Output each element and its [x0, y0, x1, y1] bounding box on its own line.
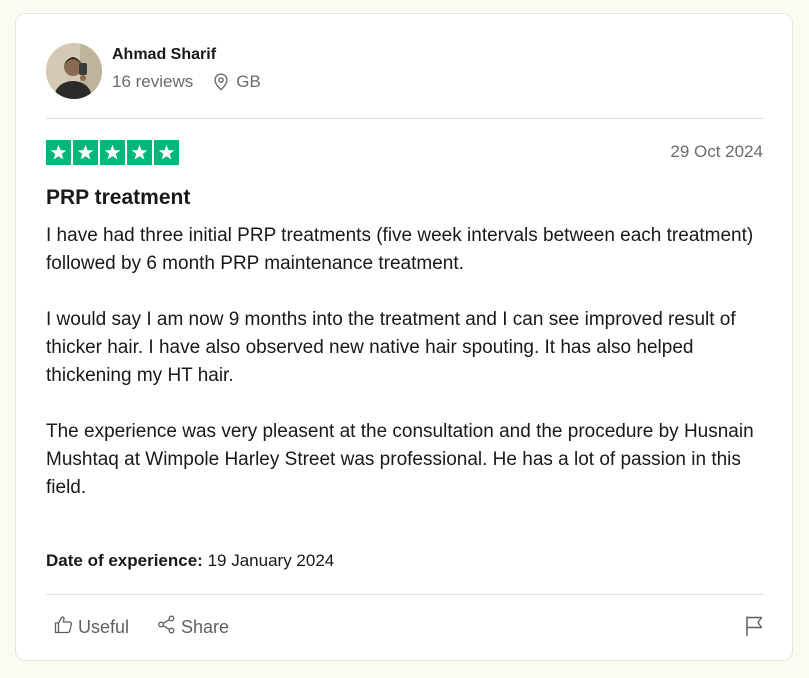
star-icon — [100, 140, 125, 165]
avatar[interactable] — [46, 43, 102, 99]
date-of-experience: Date of experience: 19 January 2024 — [46, 551, 334, 571]
star-rating — [46, 140, 179, 165]
author-country: GB — [236, 72, 261, 91]
review-paragraph: I have had three initial PRP treatments … — [46, 225, 754, 274]
useful-label: Useful — [78, 616, 130, 637]
star-icon — [127, 140, 152, 165]
share-button[interactable]: Share — [157, 615, 229, 639]
report-flag-icon[interactable] — [744, 615, 764, 642]
useful-button[interactable]: Useful — [54, 615, 129, 639]
experience-label: Date of experience: — [46, 551, 203, 570]
experience-date: 19 January 2024 — [207, 551, 335, 570]
footer-divider — [46, 594, 764, 595]
header-divider — [46, 118, 764, 119]
star-icon — [73, 140, 98, 165]
author-meta: 16 reviews GB — [112, 72, 261, 92]
review-paragraph: I would say I am now 9 months into the t… — [46, 309, 736, 386]
star-icon — [46, 140, 71, 165]
share-label: Share — [181, 616, 230, 637]
share-icon — [157, 615, 181, 639]
location-pin-icon — [213, 73, 229, 91]
review-body: I have had three initial PRP treatments … — [46, 222, 771, 530]
review-date: 29 Oct 2024 — [670, 142, 763, 161]
review-count: 16 reviews — [112, 72, 194, 91]
author-name[interactable]: Ahmad Sharif — [112, 46, 216, 64]
star-icon — [154, 140, 179, 165]
review-actions: Useful Share — [54, 615, 257, 639]
thumbs-up-icon — [54, 615, 78, 639]
review-title[interactable]: PRP treatment — [46, 186, 190, 210]
review-paragraph: The experience was very pleasent at the … — [46, 421, 754, 498]
review-card: Ahmad Sharif 16 reviews GB 29 Oct 2024 P… — [15, 13, 793, 661]
